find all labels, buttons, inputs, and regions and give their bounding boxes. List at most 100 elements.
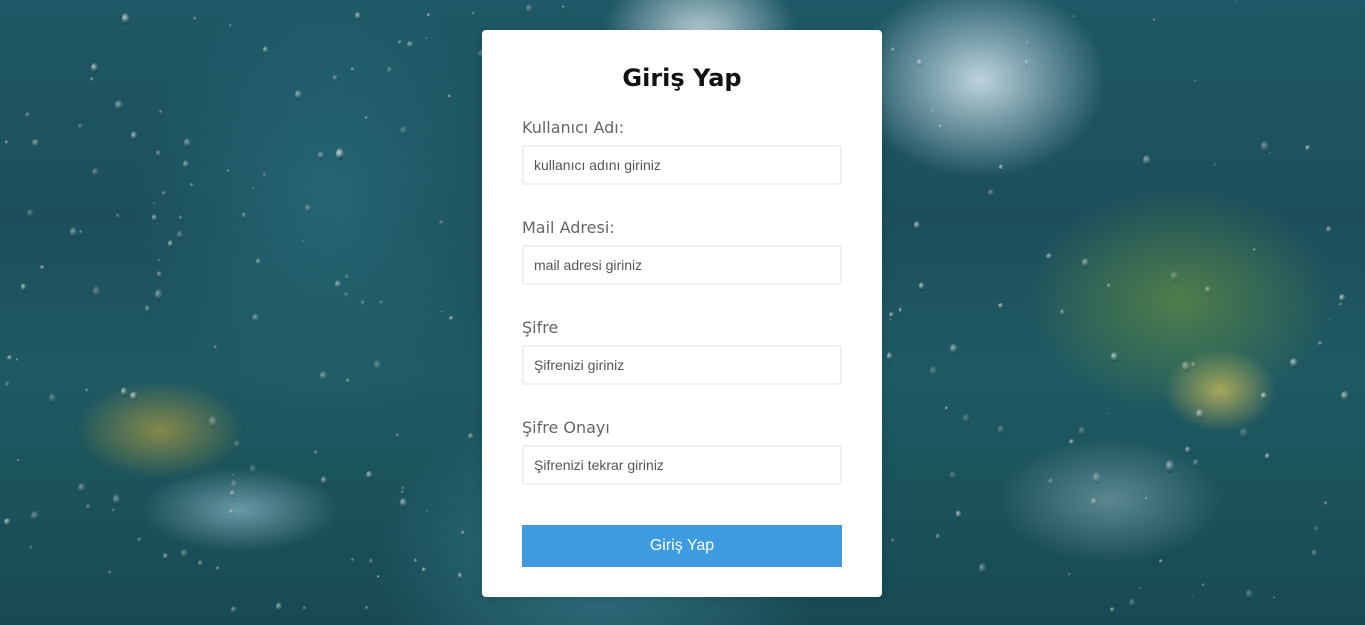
- username-input[interactable]: [522, 145, 842, 185]
- rain-drop: [916, 58, 922, 66]
- rain-drop: [1165, 459, 1174, 474]
- rain-drop: [115, 100, 123, 112]
- rain-drop: [177, 231, 183, 239]
- rain-drop: [1138, 586, 1142, 591]
- rain-drop: [1339, 293, 1346, 302]
- rain-drop: [889, 312, 894, 318]
- rain-drop: [92, 286, 101, 299]
- rain-drop: [1181, 361, 1190, 373]
- rain-drop: [1046, 252, 1054, 260]
- rain-drop: [40, 265, 46, 270]
- rain-drop: [129, 391, 138, 400]
- rain-drop: [295, 90, 302, 101]
- rain-drop: [978, 563, 987, 575]
- rain-drop: [193, 16, 197, 22]
- rain-drop: [397, 39, 402, 45]
- rain-drop: [262, 172, 267, 180]
- rain-drop: [376, 575, 380, 579]
- rain-drop: [335, 280, 341, 290]
- rain-drop: [1158, 559, 1164, 564]
- rain-drop: [1067, 573, 1071, 577]
- rain-drop: [1318, 341, 1323, 347]
- rain-drop: [230, 606, 237, 614]
- rain-drop: [107, 569, 113, 575]
- rain-drop: [1106, 411, 1110, 415]
- password-input[interactable]: [522, 345, 842, 385]
- rain-drop: [156, 150, 162, 158]
- rain-drop: [228, 23, 232, 29]
- rain-drop: [962, 414, 971, 423]
- rain-drop: [997, 302, 1004, 310]
- rain-drop: [400, 126, 409, 135]
- rain-drop: [234, 439, 240, 450]
- rain-drop: [422, 567, 427, 573]
- rain-drop: [396, 433, 400, 439]
- rain-drop: [198, 559, 204, 568]
- rain-drop: [1253, 248, 1256, 253]
- rain-drop: [914, 221, 921, 231]
- rain-drop: [1324, 500, 1329, 507]
- rain-drop: [151, 213, 158, 223]
- rain-drop: [400, 498, 408, 509]
- rain-drop: [1106, 282, 1112, 289]
- rain-drop: [1153, 17, 1156, 23]
- rain-drop: [1192, 459, 1199, 468]
- rain-drop: [4, 139, 9, 146]
- login-button[interactable]: Giriş Yap: [522, 525, 842, 567]
- rain-drop: [305, 204, 312, 213]
- rain-drop: [1072, 15, 1076, 18]
- rain-drop: [92, 167, 99, 177]
- rain-drop: [949, 344, 958, 355]
- password-confirm-label: Şifre Onayı: [522, 418, 610, 437]
- rain-drop: [1260, 140, 1269, 154]
- rain-drop: [351, 557, 355, 563]
- rain-drop: [231, 473, 235, 477]
- rain-drop: [91, 62, 99, 73]
- rain-drop: [936, 533, 941, 541]
- rain-drop: [189, 182, 194, 187]
- email-label: Mail Adresi:: [522, 218, 615, 237]
- rain-drop: [945, 406, 949, 411]
- email-input[interactable]: [522, 245, 842, 285]
- rain-drop: [1125, 518, 1128, 522]
- rain-drop: [336, 147, 344, 160]
- rain-drop: [302, 605, 307, 611]
- rain-drop: [208, 416, 217, 429]
- rain-drop: [276, 602, 283, 613]
- rain-drop: [1289, 357, 1298, 369]
- rain-drop: [182, 159, 190, 170]
- rain-drop: [231, 479, 239, 488]
- rain-drop: [1047, 478, 1055, 485]
- rain-drop: [886, 352, 893, 362]
- rain-drop: [31, 139, 40, 148]
- rain-drop: [998, 164, 1004, 171]
- password-confirm-input[interactable]: [522, 445, 842, 485]
- rain-drop: [1265, 452, 1271, 461]
- rain-drop: [378, 300, 384, 306]
- rain-drop: [1128, 599, 1137, 608]
- rain-drop: [1110, 606, 1115, 614]
- rain-drop: [4, 517, 12, 526]
- username-label: Kullanıcı Adı:: [522, 118, 625, 137]
- rain-drop: [1025, 41, 1029, 45]
- rain-drop: [181, 549, 189, 560]
- rain-drop: [319, 370, 328, 381]
- rain-drop: [447, 94, 452, 100]
- rain-drop: [78, 230, 83, 235]
- rain-drop: [137, 537, 143, 544]
- rain-drop: [449, 315, 454, 321]
- rain-drop: [1311, 549, 1318, 559]
- rain-drop: [1328, 318, 1331, 321]
- login-card: Giriş Yap Kullanıcı Adı: Mail Adresi: Şi…: [482, 30, 882, 597]
- rain-drop: [949, 470, 957, 480]
- rain-drop: [152, 201, 156, 206]
- rain-drop: [215, 565, 220, 572]
- rain-drop: [302, 239, 306, 244]
- rain-drop: [207, 313, 210, 317]
- rain-drop: [365, 606, 369, 610]
- rain-drop: [162, 191, 166, 196]
- rain-drop: [178, 215, 183, 221]
- rain-drop: [955, 509, 962, 519]
- rain-drop: [1190, 362, 1196, 368]
- rain-drop: [988, 188, 995, 198]
